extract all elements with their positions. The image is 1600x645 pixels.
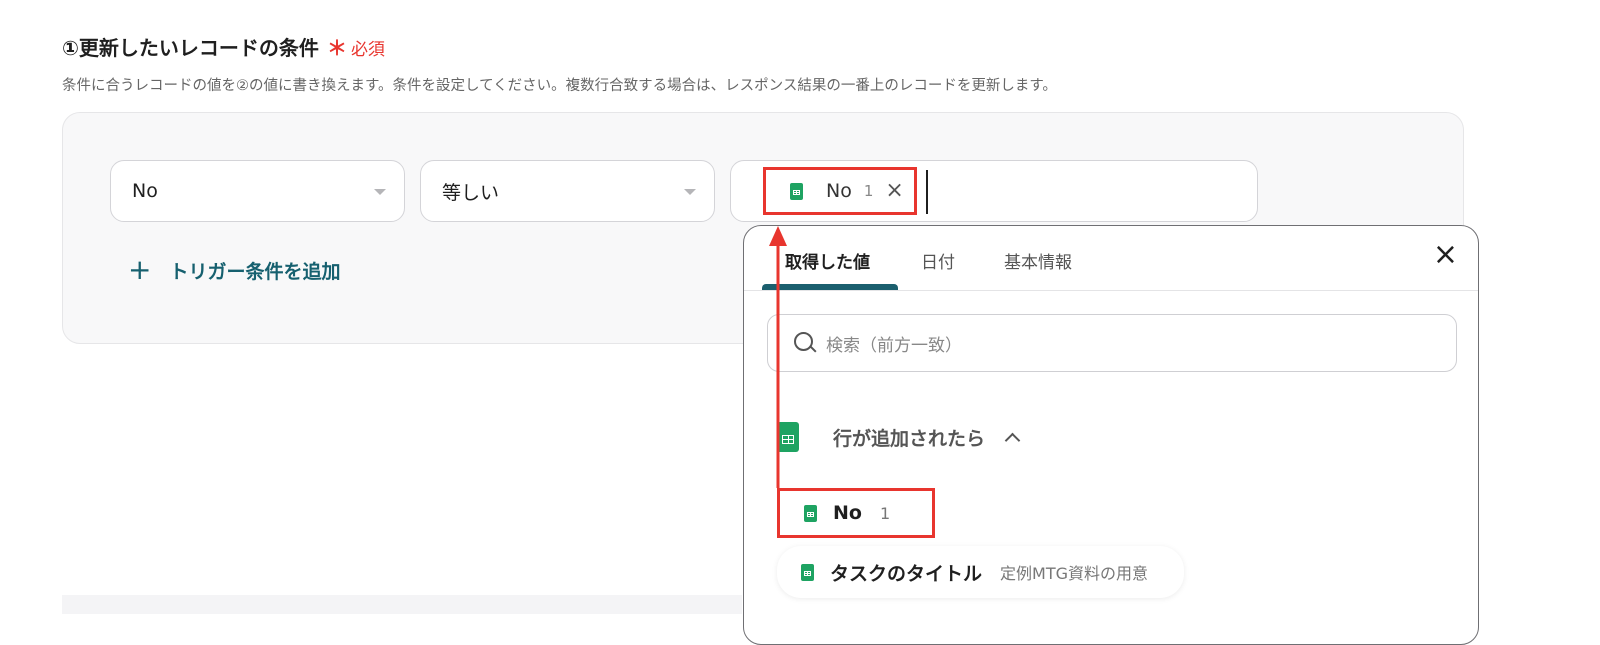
section-description: 条件に合うレコードの値を②の値に書き換えます。条件を設定してください。複数行合致… — [62, 78, 1057, 94]
search-input[interactable]: 検索（前方一致） — [767, 314, 1457, 372]
section-title: ①更新したいレコードの条件 ＊必須 — [62, 34, 385, 64]
section-title-text: ①更新したいレコードの条件 — [62, 36, 319, 60]
operator-select-value: 等しい — [442, 181, 500, 204]
google-sheets-icon — [777, 422, 799, 452]
bottom-section-edge — [62, 595, 742, 614]
text-cursor — [926, 170, 928, 214]
chip-index: 1 — [863, 182, 874, 200]
add-trigger-condition-button[interactable]: + トリガー条件を追加 — [128, 256, 340, 284]
tab-date[interactable]: 日付 — [921, 248, 955, 273]
operator-select[interactable]: 等しい — [420, 160, 715, 222]
close-icon[interactable]: × — [1433, 240, 1458, 270]
tab-divider — [744, 290, 1478, 291]
plus-icon: + — [128, 253, 152, 286]
tab-acquired-values[interactable]: 取得した値 — [785, 248, 870, 273]
google-sheets-icon — [801, 563, 814, 581]
search-icon — [794, 332, 816, 354]
caret-down-icon — [374, 189, 386, 195]
tab-basic-info[interactable]: 基本情報 — [1004, 248, 1072, 273]
close-icon[interactable]: × — [885, 180, 903, 202]
item-name: タスクのタイトル — [830, 562, 983, 585]
item-value: 定例MTG資料の用意 — [1000, 564, 1148, 583]
field-select[interactable]: No — [110, 160, 405, 222]
add-trigger-label: トリガー条件を追加 — [169, 260, 341, 283]
field-select-value: No — [132, 180, 158, 202]
required-label: 必須 — [350, 40, 385, 60]
item-name: No — [833, 502, 862, 524]
search-placeholder: 検索（前方一致） — [826, 335, 962, 356]
value-chip[interactable]: No 1 × — [763, 167, 917, 215]
google-sheets-icon — [790, 182, 803, 200]
list-item[interactable]: タスクのタイトル 定例MTG資料の用意 — [777, 546, 1184, 598]
group-title: 行が追加されたら — [833, 427, 986, 450]
chevron-up-icon — [1004, 432, 1021, 448]
item-value: 1 — [879, 503, 891, 523]
required-asterisk: ＊ — [326, 36, 347, 60]
caret-down-icon — [684, 189, 696, 195]
value-picker-popup: 取得した値 日付 基本情報 × 検索（前方一致） 行が追加されたら No 1 タ… — [743, 225, 1479, 645]
group-header-row-added[interactable]: 行が追加されたら — [777, 422, 1021, 452]
google-sheets-icon — [804, 504, 817, 522]
list-item[interactable]: No 1 — [777, 488, 935, 538]
chip-label: No — [826, 180, 852, 202]
